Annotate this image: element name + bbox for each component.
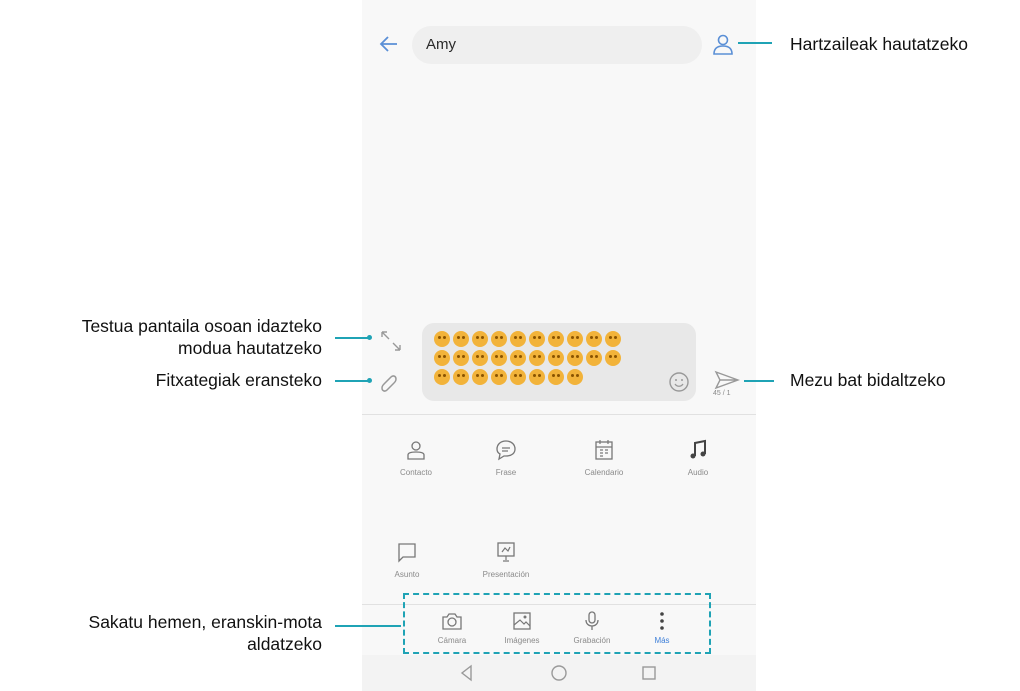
chat-bubble-icon bbox=[496, 440, 516, 461]
nav-recents-icon[interactable] bbox=[639, 663, 659, 683]
annotation-fullscreen-line2: modua hautatzeko bbox=[178, 338, 322, 358]
smiley-emoji-icon bbox=[491, 350, 507, 366]
attach-calendar[interactable]: Calendario bbox=[564, 438, 644, 477]
annotation-fullscreen-line1: Testua pantaila osoan idazteko bbox=[81, 316, 322, 336]
recipient-field[interactable]: Amy bbox=[412, 26, 702, 64]
recipient-name: Amy bbox=[426, 36, 456, 53]
add-recipient-icon[interactable] bbox=[710, 32, 736, 58]
smiley-emoji-icon bbox=[491, 369, 507, 385]
paperclip-icon[interactable] bbox=[378, 370, 402, 394]
nav-home-icon[interactable] bbox=[549, 663, 569, 683]
divider bbox=[362, 414, 756, 415]
emoji-row bbox=[434, 369, 624, 388]
leader-dot bbox=[367, 335, 372, 340]
smiley-emoji-icon bbox=[453, 369, 469, 385]
smiley-emoji-icon bbox=[567, 331, 583, 347]
message-input[interactable] bbox=[422, 323, 696, 401]
emoji-row bbox=[434, 331, 624, 350]
calendar-icon bbox=[595, 440, 613, 460]
top-bar: Amy bbox=[362, 20, 756, 70]
smiley-emoji-icon bbox=[548, 331, 564, 347]
emoji-picker-icon[interactable] bbox=[668, 371, 690, 393]
system-navigation-bar bbox=[362, 655, 756, 691]
smiley-emoji-icon bbox=[605, 331, 621, 347]
attach-audio[interactable]: Audio bbox=[658, 438, 738, 477]
attach-contact[interactable]: Contacto bbox=[376, 438, 456, 477]
attach-label: Calendario bbox=[584, 468, 624, 477]
smiley-emoji-icon bbox=[472, 350, 488, 366]
annotation-recipients: Hartzaileak hautatzeko bbox=[790, 34, 969, 54]
smiley-emoji-icon bbox=[510, 350, 526, 366]
smiley-emoji-icon bbox=[529, 350, 545, 366]
annotation-fullscreen: Testua pantaila osoan idazteko modua hau… bbox=[0, 315, 322, 359]
attach-label: Frase bbox=[495, 468, 517, 477]
leader-line bbox=[335, 337, 369, 339]
attach-phrase[interactable]: Frase bbox=[466, 438, 546, 477]
character-counter: 45 / 1 bbox=[713, 390, 731, 397]
message-screen: Amy 45 / 1 Contacto Frase Calendario Aud… bbox=[362, 0, 756, 691]
annotation-tabs: Sakatu hemen, eranskin-mota aldatzeko bbox=[0, 611, 322, 655]
person-icon bbox=[407, 441, 425, 460]
emoji-row bbox=[434, 350, 624, 369]
smiley-emoji-icon bbox=[567, 350, 583, 366]
attach-label: Asunto bbox=[394, 570, 420, 579]
smiley-emoji-icon bbox=[529, 331, 545, 347]
nav-back-icon[interactable] bbox=[457, 663, 477, 683]
smiley-emoji-icon bbox=[453, 331, 469, 347]
smiley-emoji-icon bbox=[548, 350, 564, 366]
smiley-emoji-icon bbox=[586, 331, 602, 347]
leader-line bbox=[335, 625, 401, 627]
leader-line bbox=[744, 380, 774, 382]
smiley-emoji-icon bbox=[434, 369, 450, 385]
presentation-icon bbox=[497, 542, 515, 562]
back-arrow-icon[interactable] bbox=[378, 33, 400, 55]
annotation-tabs-line2: aldatzeko bbox=[247, 634, 322, 654]
attach-label: Audio bbox=[687, 468, 709, 477]
smiley-emoji-icon bbox=[567, 369, 583, 385]
leader-line bbox=[738, 42, 772, 44]
smiley-emoji-icon bbox=[453, 350, 469, 366]
annotation-send: Mezu bat bidaltzeko bbox=[790, 370, 946, 390]
smiley-emoji-icon bbox=[510, 369, 526, 385]
smiley-emoji-icon bbox=[510, 331, 526, 347]
fullscreen-expand-icon[interactable] bbox=[378, 328, 404, 354]
subject-icon bbox=[398, 543, 416, 563]
smiley-emoji-icon bbox=[605, 350, 621, 366]
emoji-text bbox=[434, 331, 624, 388]
music-note-icon bbox=[690, 439, 706, 459]
attach-presentation[interactable]: Presentación bbox=[466, 540, 546, 579]
annotation-tabs-line1: Sakatu hemen, eranskin-mota bbox=[88, 612, 322, 632]
attach-label: Presentación bbox=[482, 570, 530, 579]
smiley-emoji-icon bbox=[472, 369, 488, 385]
smiley-emoji-icon bbox=[586, 350, 602, 366]
leader-line bbox=[335, 380, 369, 382]
attach-label: Contacto bbox=[399, 468, 433, 477]
smiley-emoji-icon bbox=[434, 331, 450, 347]
annotation-attach: Fitxategiak eransteko bbox=[155, 370, 322, 390]
tabs-highlight-box bbox=[403, 593, 711, 654]
smiley-emoji-icon bbox=[548, 369, 564, 385]
leader-dot bbox=[367, 378, 372, 383]
smiley-emoji-icon bbox=[472, 331, 488, 347]
smiley-emoji-icon bbox=[529, 369, 545, 385]
smiley-emoji-icon bbox=[491, 331, 507, 347]
send-icon[interactable] bbox=[714, 370, 740, 390]
attach-subject[interactable]: Asunto bbox=[367, 540, 447, 579]
smiley-emoji-icon bbox=[434, 350, 450, 366]
